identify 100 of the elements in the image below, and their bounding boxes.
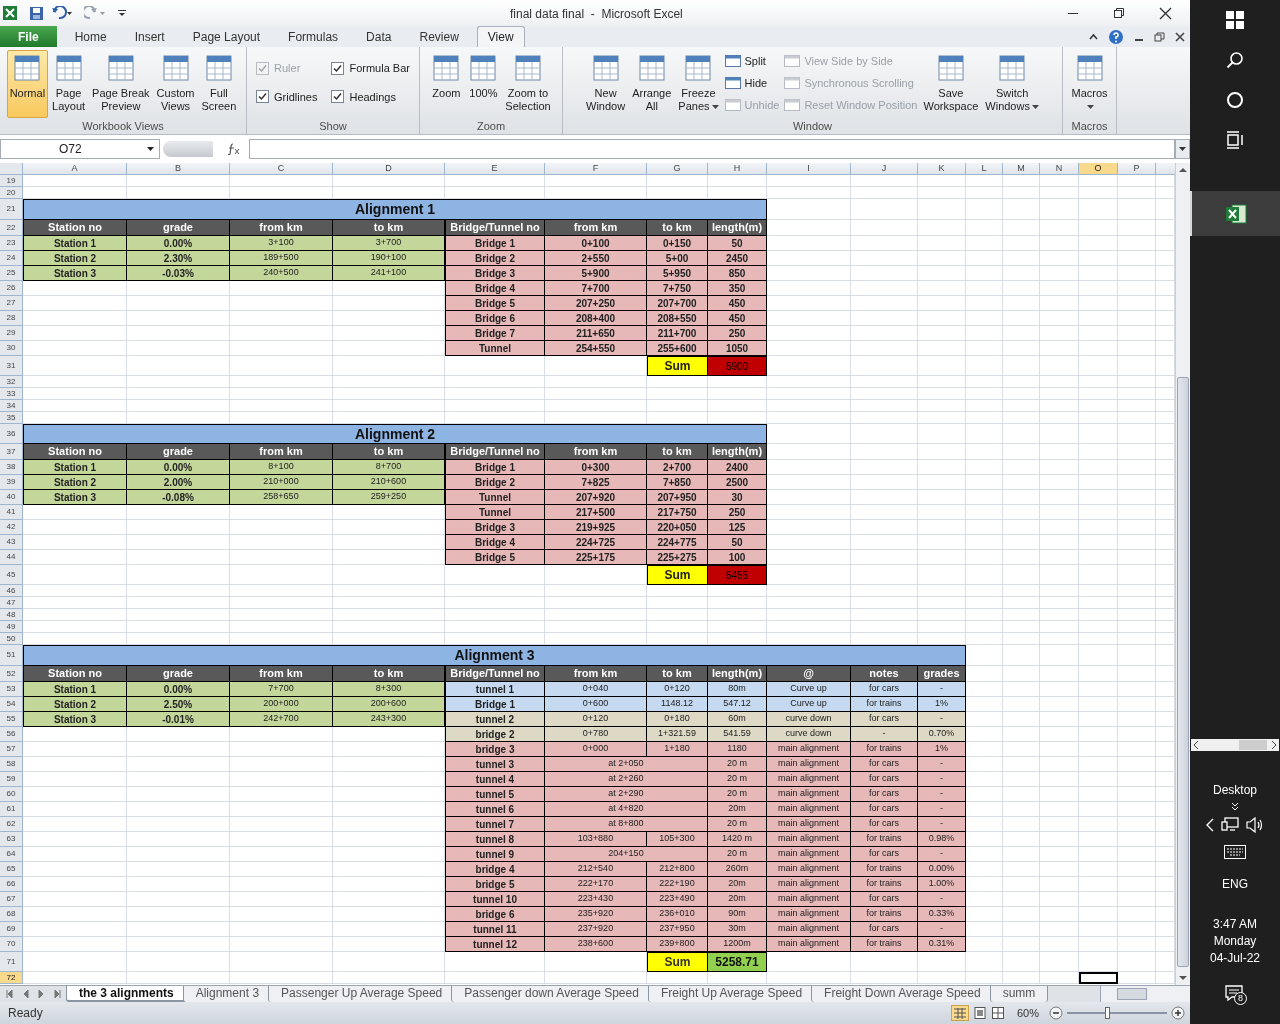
checkbox[interactable]: Gridlines — [256, 88, 318, 105]
selected-cell[interactable] — [1079, 972, 1118, 984]
ribbon-button[interactable]: Zoom to Selection — [502, 50, 554, 118]
row-number[interactable]: 52 — [0, 666, 23, 682]
sheet-nav-icon[interactable] — [36, 988, 46, 1000]
row-number[interactable]: 28 — [0, 311, 23, 326]
ribbon-tab[interactable]: Page Layout — [182, 26, 271, 47]
checkbox[interactable]: Headings — [331, 88, 410, 105]
close-icon[interactable] — [1175, 31, 1185, 42]
sheet-nav-icon[interactable] — [51, 988, 61, 1000]
column-letter[interactable]: N — [1040, 163, 1079, 175]
zoom-in-icon[interactable] — [1171, 1006, 1185, 1020]
column-letter[interactable]: P — [1118, 163, 1156, 175]
ribbon-button[interactable]: Full Screen — [198, 50, 240, 118]
column-letter[interactable]: A — [23, 163, 127, 175]
desktop-label[interactable]: Desktop — [1213, 781, 1257, 799]
speaker-icon[interactable] — [1246, 817, 1264, 833]
row-number[interactable]: 54 — [0, 697, 23, 712]
column-letter[interactable]: G — [647, 163, 708, 175]
row-number[interactable]: 44 — [0, 550, 23, 565]
ribbon-tab[interactable]: Insert — [124, 26, 175, 47]
row-number[interactable]: 55 — [0, 712, 23, 727]
row-number[interactable]: 45 — [0, 565, 23, 585]
insert-function-icon[interactable] — [227, 143, 241, 155]
row-number[interactable]: 24 — [0, 251, 23, 266]
row-number[interactable]: 70 — [0, 937, 23, 952]
row-number[interactable]: 38 — [0, 460, 23, 475]
undo-icon[interactable] — [51, 6, 73, 20]
row-number[interactable]: 39 — [0, 475, 23, 490]
row-number[interactable]: 37 — [0, 444, 23, 460]
circle-icon[interactable] — [1226, 91, 1244, 109]
row-number[interactable]: 27 — [0, 296, 23, 311]
ribbon-button[interactable]: Normal — [6, 50, 49, 118]
page-break-icon[interactable] — [990, 1006, 1005, 1020]
column-letter[interactable]: I — [767, 163, 851, 175]
app-icon[interactable] — [2, 5, 18, 21]
zoom-out-icon[interactable] — [1049, 1006, 1063, 1020]
row-number[interactable]: 30 — [0, 341, 23, 356]
formula-bar-handle[interactable] — [163, 141, 213, 157]
row-number[interactable]: 63 — [0, 832, 23, 847]
clock-day[interactable]: Monday — [1213, 933, 1257, 950]
ribbon-button[interactable]: Split — [724, 52, 780, 70]
column-letter[interactable]: M — [1003, 163, 1040, 175]
row-number[interactable]: 71 — [0, 952, 23, 972]
row-number[interactable]: 60 — [0, 787, 23, 802]
row-number[interactable]: 34 — [0, 400, 23, 412]
slider-thumb[interactable] — [1105, 1007, 1110, 1019]
row-number[interactable]: 43 — [0, 535, 23, 550]
column-letter[interactable]: B — [127, 163, 230, 175]
column-letter[interactable]: J — [851, 163, 918, 175]
ribbon-tab[interactable]: View — [476, 26, 525, 47]
clock-date[interactable]: 04-Jul-22 — [1210, 950, 1260, 967]
row-number[interactable]: 23 — [0, 236, 23, 251]
search-icon[interactable] — [1226, 51, 1244, 69]
clock-time[interactable]: 3:47 AM — [1213, 916, 1257, 933]
ribbon-button[interactable]: 100% — [465, 50, 502, 118]
row-number[interactable]: 22 — [0, 220, 23, 236]
network-icon[interactable] — [1221, 817, 1239, 833]
row-number[interactable]: 35 — [0, 412, 23, 424]
ribbon-button[interactable]: Zoom — [428, 50, 465, 118]
column-letter[interactable]: E — [445, 163, 545, 175]
row-number[interactable]: 67 — [0, 892, 23, 907]
row-number[interactable]: 40 — [0, 490, 23, 505]
ribbon-tab[interactable]: Data — [356, 26, 402, 47]
row-number[interactable]: 47 — [0, 597, 23, 609]
chevron-right-icon[interactable] — [1271, 741, 1277, 749]
row-number[interactable]: 46 — [0, 585, 23, 597]
row-number[interactable]: 62 — [0, 817, 23, 832]
row-number[interactable]: 59 — [0, 772, 23, 787]
ribbon-button[interactable]: Macros — [1065, 50, 1114, 118]
zoom-slider[interactable] — [1067, 1007, 1167, 1019]
double-chevron-icon[interactable] — [1230, 802, 1240, 812]
row-number[interactable]: 69 — [0, 922, 23, 937]
row-number[interactable]: 19 — [0, 175, 23, 187]
caret-icon[interactable] — [147, 147, 154, 152]
horizontal-scrollbar[interactable] — [1100, 986, 1190, 1002]
ribbon-tab[interactable]: Home — [64, 26, 117, 47]
restore-icon[interactable] — [1113, 7, 1125, 19]
ribbon-button[interactable]: Arrange All — [629, 50, 675, 118]
column-letter[interactable]: D — [333, 163, 445, 175]
row-number[interactable]: 51 — [0, 645, 23, 666]
row-number[interactable]: 33 — [0, 388, 23, 400]
row-number[interactable]: 48 — [0, 609, 23, 621]
row-number[interactable]: 49 — [0, 621, 23, 633]
row-number[interactable]: 42 — [0, 520, 23, 535]
keyboard-icon[interactable] — [1224, 845, 1246, 859]
row-number[interactable]: 65 — [0, 862, 23, 877]
ribbon-button[interactable]: Custom Views — [153, 50, 198, 118]
column-letter[interactable]: F — [545, 163, 647, 175]
page-layout-icon[interactable] — [972, 1006, 987, 1020]
row-number[interactable]: 32 — [0, 376, 23, 388]
normal-view-icon[interactable] — [950, 1005, 969, 1021]
ribbon-button[interactable]: Freeze Panes — [675, 50, 722, 118]
row-number[interactable]: 57 — [0, 742, 23, 757]
row-number[interactable]: 20 — [0, 187, 23, 199]
row-number[interactable]: 68 — [0, 907, 23, 922]
horizontal-scrollbar[interactable] — [1191, 739, 1279, 751]
collapse-ribbon-icon[interactable] — [1089, 33, 1098, 40]
chevron-left-icon[interactable] — [1193, 741, 1199, 749]
windows-logo-icon[interactable] — [1226, 11, 1244, 29]
